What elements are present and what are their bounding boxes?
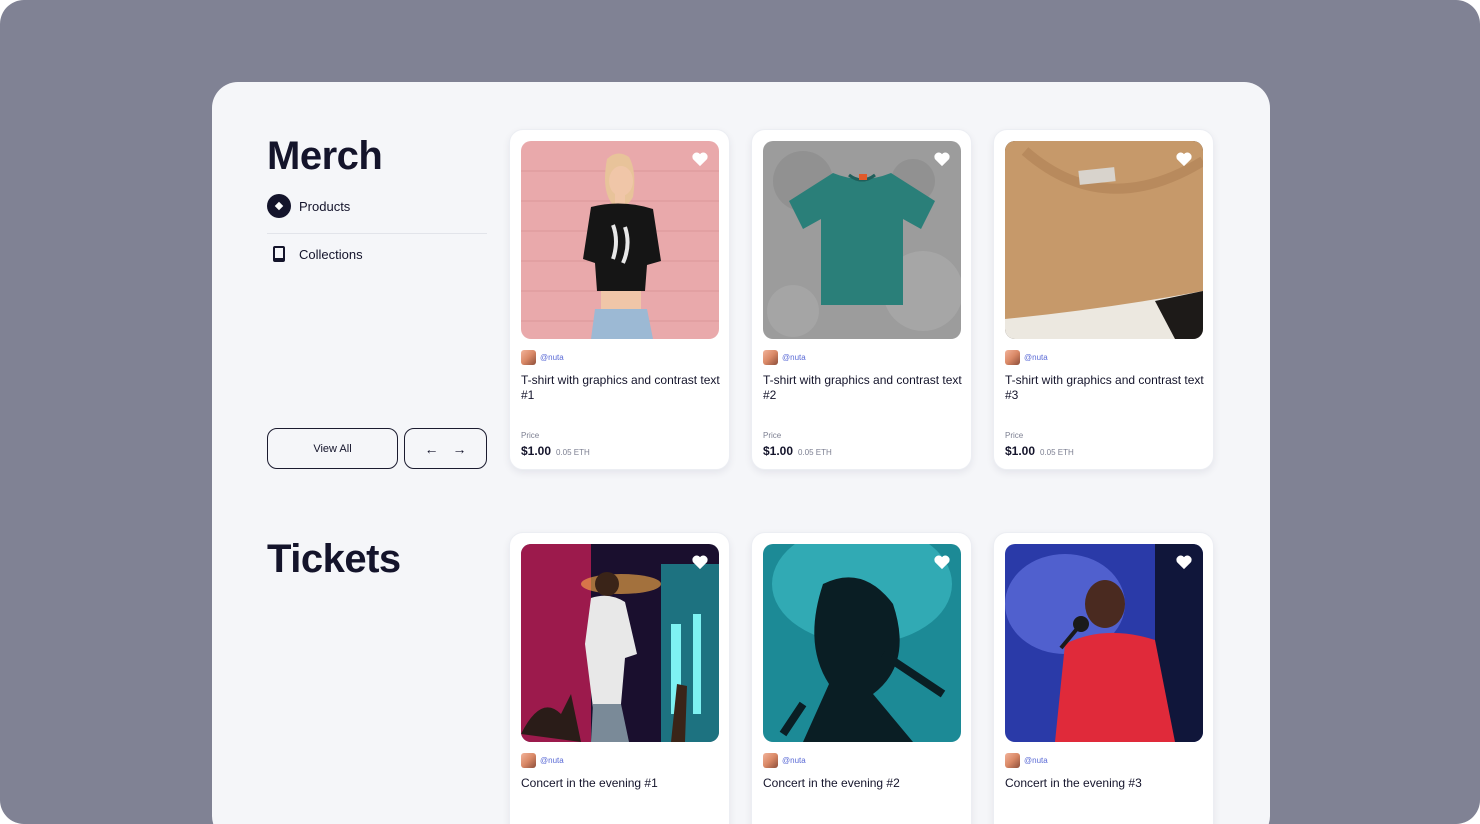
price-label: Price: [1005, 431, 1024, 440]
price-value: $1.00: [763, 444, 794, 458]
price-label: Price: [763, 431, 782, 440]
heart-icon[interactable]: [691, 151, 709, 167]
creator-tag[interactable]: @nuta: [763, 753, 806, 768]
arrow-right-icon[interactable]: →: [453, 441, 467, 457]
product-title: T-shirt with graphics and contrast text …: [763, 373, 962, 402]
ticket-title: Concert in the evening #3: [1005, 776, 1142, 790]
creator-tag[interactable]: @nuta: [521, 753, 564, 768]
avatar: [763, 350, 778, 365]
ticket-card[interactable]: @nuta Concert in the evening #1: [509, 532, 730, 824]
product-title: T-shirt with graphics and contrast text …: [521, 373, 720, 402]
heart-icon[interactable]: [933, 151, 951, 167]
outer-frame: Merch Products Collections View All ← →: [0, 0, 1480, 824]
creator-handle: @nuta: [1024, 353, 1048, 362]
product-image: [1005, 141, 1203, 339]
avatar: [1005, 350, 1020, 365]
creator-handle: @nuta: [782, 756, 806, 765]
price-value: $1.00: [521, 444, 552, 458]
creator-handle: @nuta: [1024, 756, 1048, 765]
product-card[interactable]: @nuta T-shirt with graphics and contrast…: [993, 129, 1214, 470]
avatar: [521, 753, 536, 768]
creator-tag[interactable]: @nuta: [1005, 753, 1048, 768]
price-label: Price: [521, 431, 540, 440]
carousel-arrows: ← →: [404, 428, 487, 469]
arrow-left-icon[interactable]: ←: [425, 441, 439, 457]
view-all-button[interactable]: View All: [267, 428, 398, 469]
product-image: [763, 141, 961, 339]
nav-item-label: Products: [299, 198, 351, 214]
merch-title: Merch: [267, 134, 383, 178]
creator-tag[interactable]: @nuta: [521, 350, 564, 365]
nav-divider: [267, 233, 487, 234]
creator-handle: @nuta: [540, 353, 564, 362]
nav-item-products[interactable]: Products: [267, 194, 350, 218]
products-icon: [267, 194, 291, 218]
ticket-card[interactable]: @nuta Concert in the evening #3: [993, 532, 1214, 824]
merch-panel: Merch Products Collections View All ← →: [212, 82, 1270, 824]
nav-item-label: Collections: [299, 246, 363, 262]
ticket-card[interactable]: @nuta Concert in the evening #2: [751, 532, 972, 824]
price-eth: 0.05 ETH: [1040, 448, 1074, 457]
ticket-image: [521, 544, 719, 742]
product-card[interactable]: @nuta T-shirt with graphics and contrast…: [509, 129, 730, 470]
collections-icon: [267, 242, 291, 266]
creator-tag[interactable]: @nuta: [763, 350, 806, 365]
ticket-image: [763, 544, 961, 742]
ticket-title: Concert in the evening #2: [763, 776, 900, 790]
heart-icon[interactable]: [1175, 554, 1193, 570]
price-eth: 0.05 ETH: [798, 448, 832, 457]
avatar: [763, 753, 778, 768]
heart-icon[interactable]: [933, 554, 951, 570]
creator-handle: @nuta: [782, 353, 806, 362]
tickets-title: Tickets: [267, 537, 401, 581]
heart-icon[interactable]: [1175, 151, 1193, 167]
product-title: T-shirt with graphics and contrast text …: [1005, 373, 1204, 402]
avatar: [1005, 753, 1020, 768]
nav-item-collections[interactable]: Collections: [267, 242, 363, 266]
price-eth: 0.05 ETH: [556, 448, 590, 457]
creator-handle: @nuta: [540, 756, 564, 765]
ticket-image: [1005, 544, 1203, 742]
creator-tag[interactable]: @nuta: [1005, 350, 1048, 365]
heart-icon[interactable]: [691, 554, 709, 570]
product-card[interactable]: @nuta T-shirt with graphics and contrast…: [751, 129, 972, 470]
avatar: [521, 350, 536, 365]
ticket-title: Concert in the evening #1: [521, 776, 658, 790]
product-image: [521, 141, 719, 339]
price-value: $1.00: [1005, 444, 1036, 458]
